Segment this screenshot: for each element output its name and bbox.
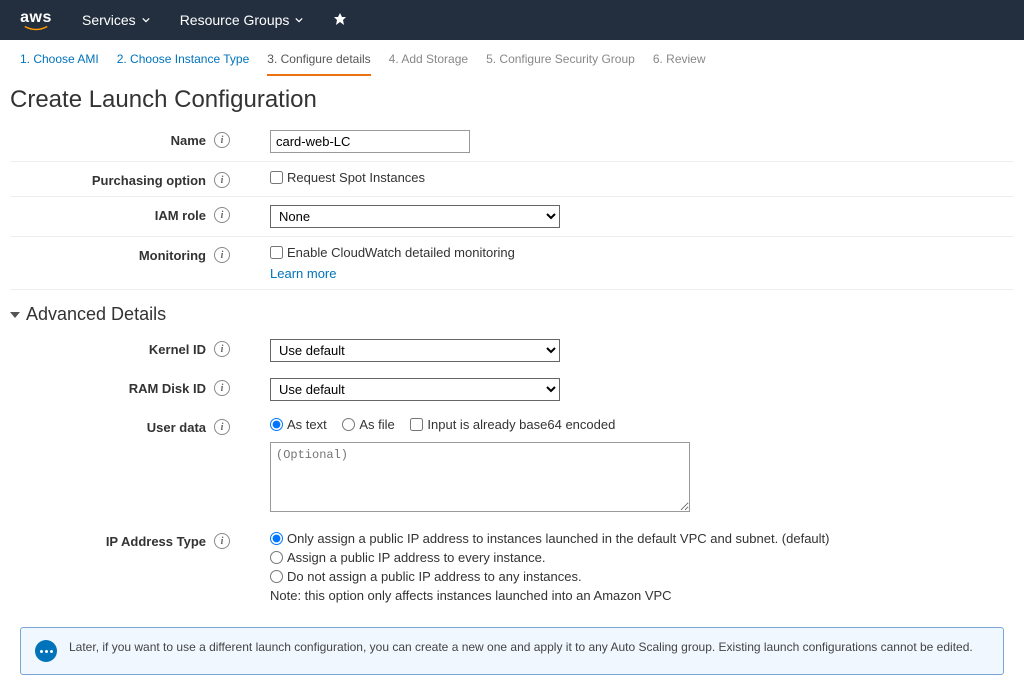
monitoring-checkbox-text: Enable CloudWatch detailed monitoring [287,245,515,260]
monitoring-learn-more-link[interactable]: Learn more [270,266,336,281]
step-configure-details[interactable]: 3. Configure details [267,52,370,76]
form-section: Name i Purchasing option i Request Spot … [0,122,1024,290]
caret-down-icon [10,312,20,318]
step-add-storage[interactable]: 4. Add Storage [389,52,468,76]
step-review[interactable]: 6. Review [653,52,706,76]
ip-opt3-text: Do not assign a public IP address to any… [287,569,582,584]
pin-icon[interactable] [333,12,347,29]
info-icon[interactable]: i [214,207,230,223]
nav-services[interactable]: Services [82,12,150,28]
ip-opt1-text: Only assign a public IP address to insta… [287,531,829,546]
ip-opt2-label[interactable]: Assign a public IP address to every inst… [270,550,1014,565]
ip-opt1-label[interactable]: Only assign a public IP address to insta… [270,531,1014,546]
ip-opt2-radio[interactable] [270,551,283,564]
advanced-details-title: Advanced Details [26,304,166,325]
info-icon[interactable]: i [214,132,230,148]
userdata-as-text-label[interactable]: As text [270,417,327,432]
info-icon[interactable]: i [214,533,230,549]
info-icon[interactable]: i [214,247,230,263]
label-kernel: Kernel ID [149,342,206,357]
nav-services-label: Services [82,12,136,28]
row-iam: IAM role i None [10,197,1014,237]
chevron-down-icon [142,16,150,24]
wizard-steps: 1. Choose AMI 2. Choose Instance Type 3.… [0,40,1024,76]
aws-logo-text: aws [20,10,52,26]
userdata-base64-checkbox[interactable] [410,418,423,431]
nav-resource-groups-label: Resource Groups [180,12,290,28]
userdata-as-text-radio[interactable] [270,418,283,431]
userdata-as-file-text: As file [359,417,394,432]
userdata-as-text-text: As text [287,417,327,432]
advanced-details-header[interactable]: Advanced Details [0,290,1024,331]
step-choose-instance-type[interactable]: 2. Choose Instance Type [117,52,250,76]
ip-opt3-radio[interactable] [270,570,283,583]
ip-note: Note: this option only affects instances… [270,588,1014,603]
step-choose-ami[interactable]: 1. Choose AMI [20,52,99,76]
userdata-as-file-radio[interactable] [342,418,355,431]
step-configure-security-group[interactable]: 5. Configure Security Group [486,52,635,76]
page-title: Create Launch Configuration [0,76,1024,122]
info-icon[interactable]: i [214,380,230,396]
ip-opt2-text: Assign a public IP address to every inst… [287,550,545,565]
userdata-base64-text: Input is already base64 encoded [427,417,615,432]
userdata-textarea[interactable] [270,442,690,512]
label-name: Name [171,133,206,148]
userdata-as-file-label[interactable]: As file [342,417,394,432]
advanced-section: Kernel ID i Use default RAM Disk ID i Us… [0,331,1024,611]
row-name: Name i [10,122,1014,162]
info-icon[interactable]: i [214,419,230,435]
label-iam: IAM role [155,208,206,223]
ip-opt1-radio[interactable] [270,532,283,545]
monitoring-checkbox-label[interactable]: Enable CloudWatch detailed monitoring [270,245,515,260]
chevron-down-icon [295,16,303,24]
aws-swoosh-icon [20,25,52,31]
row-ramdisk: RAM Disk ID i Use default [10,370,1014,409]
kernel-select[interactable]: Use default [270,339,560,362]
label-purchasing: Purchasing option [92,173,206,188]
label-ip-type: IP Address Type [106,534,206,549]
row-ip-type: IP Address Type i Only assign a public I… [10,523,1014,611]
ip-opt3-label[interactable]: Do not assign a public IP address to any… [270,569,1014,584]
row-monitoring: Monitoring i Enable CloudWatch detailed … [10,237,1014,290]
spot-checkbox-text: Request Spot Instances [287,170,425,185]
chat-icon [35,640,57,662]
row-kernel: Kernel ID i Use default [10,331,1014,370]
iam-select[interactable]: None [270,205,560,228]
label-ramdisk: RAM Disk ID [129,381,206,396]
row-userdata: User data i As text As file Input is alr… [10,409,1014,523]
spot-checkbox-label[interactable]: Request Spot Instances [270,170,425,185]
label-userdata: User data [147,420,206,435]
info-icon[interactable]: i [214,172,230,188]
label-monitoring: Monitoring [139,248,206,263]
ramdisk-select[interactable]: Use default [270,378,560,401]
monitoring-checkbox[interactable] [270,246,283,259]
userdata-base64-label[interactable]: Input is already base64 encoded [410,417,615,432]
info-banner: Later, if you want to use a different la… [20,627,1004,675]
aws-logo[interactable]: aws [20,10,52,31]
name-input[interactable] [270,130,470,153]
nav-resource-groups[interactable]: Resource Groups [180,12,304,28]
info-icon[interactable]: i [214,341,230,357]
spot-checkbox[interactable] [270,171,283,184]
top-nav: aws Services Resource Groups [0,0,1024,40]
row-purchasing: Purchasing option i Request Spot Instanc… [10,162,1014,197]
